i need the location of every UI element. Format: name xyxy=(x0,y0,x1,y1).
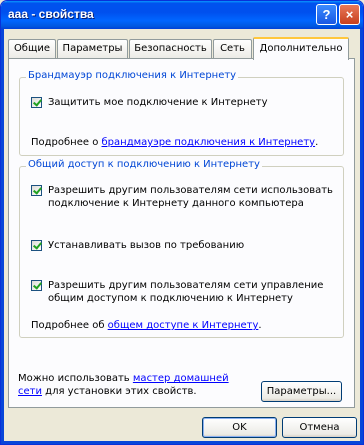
sharing-more-info: Подробнее об общем доступе к Интернету. xyxy=(31,319,262,332)
sharing-more-suffix: . xyxy=(258,320,262,331)
tab-options[interactable]: Параметры xyxy=(57,39,128,58)
dial-on-demand-label[interactable]: Устанавливать вызов по требованию xyxy=(48,239,333,252)
tab-advanced[interactable]: Дополнительно xyxy=(253,37,349,60)
tab-network[interactable]: Сеть xyxy=(213,39,252,58)
hint-suffix: для установки этих свойств. xyxy=(41,386,197,397)
advanced-tab-panel: Брандмауэр подключения к Интернету Защит… xyxy=(8,58,355,408)
protect-connection-checkbox[interactable] xyxy=(31,97,42,108)
ok-button[interactable]: OK xyxy=(202,417,277,438)
home-network-hint: Можно использовать мастер домашней сети … xyxy=(18,372,248,398)
help-button[interactable]: ? xyxy=(316,4,337,25)
dial-on-demand-option[interactable]: Устанавливать вызов по требованию xyxy=(31,239,333,252)
close-button[interactable]: × xyxy=(339,4,360,25)
title-bar[interactable]: aaa - свойства ? × xyxy=(1,1,363,29)
firewall-more-suffix: . xyxy=(315,137,319,148)
sharing-more-prefix: Подробнее об xyxy=(31,320,108,331)
window-border-left xyxy=(1,29,4,444)
allow-users-label[interactable]: Разрешить другим пользователям сети испо… xyxy=(48,184,333,210)
sharing-help-link[interactable]: общем доступе к Интернету xyxy=(108,320,259,331)
allow-users-option[interactable]: Разрешить другим пользователям сети испо… xyxy=(31,184,333,210)
sharing-group: Общий доступ к подключению к Интернету Р… xyxy=(19,159,344,338)
allow-users-checkbox[interactable] xyxy=(31,185,42,196)
allow-control-option[interactable]: Разрешить другим пользователям сети упра… xyxy=(31,279,333,305)
tab-security[interactable]: Безопасность xyxy=(129,39,212,58)
firewall-more-prefix: Подробнее о xyxy=(31,137,102,148)
window-border-bottom xyxy=(1,441,363,444)
properties-window: aaa - свойства ? × Общие Параметры Безоп… xyxy=(0,0,364,445)
window-border-right xyxy=(360,29,363,444)
allow-control-label[interactable]: Разрешить другим пользователям сети упра… xyxy=(48,279,333,305)
firewall-group: Брандмауэр подключения к Интернету Защит… xyxy=(19,70,344,156)
firewall-more-info: Подробнее о брандмауэре подключения к Ин… xyxy=(31,136,318,149)
cancel-button[interactable]: Отмена xyxy=(282,417,357,438)
tab-general[interactable]: Общие xyxy=(8,39,56,58)
firewall-group-title: Брандмауэр подключения к Интернету xyxy=(26,70,239,81)
hint-prefix: Можно использовать xyxy=(18,373,133,384)
protect-connection-option[interactable]: Защитить мое подключение к Интернету xyxy=(31,96,333,109)
firewall-help-link[interactable]: брандмауэре подключения к Интернету xyxy=(102,137,316,148)
window-title: aaa - свойства xyxy=(8,7,94,21)
protect-connection-label[interactable]: Защитить мое подключение к Интернету xyxy=(48,96,333,109)
sharing-group-title: Общий доступ к подключению к Интернету xyxy=(26,159,262,170)
settings-button[interactable]: Параметры... xyxy=(261,381,342,402)
dial-on-demand-checkbox[interactable] xyxy=(31,240,42,251)
allow-control-checkbox[interactable] xyxy=(31,280,42,291)
